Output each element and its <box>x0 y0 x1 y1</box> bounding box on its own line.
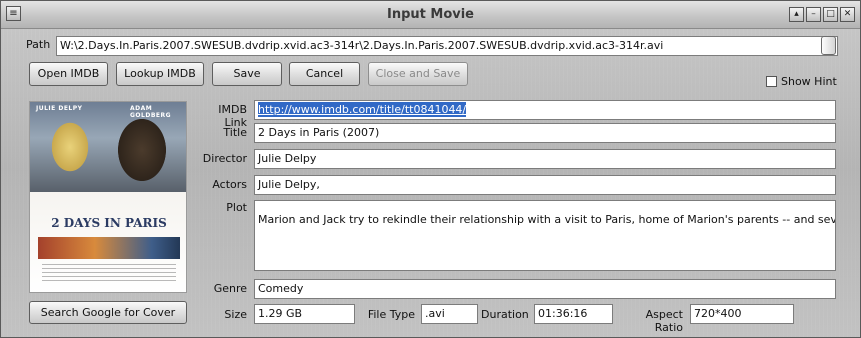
duration-value: 01:36:16 <box>538 307 588 320</box>
rollup-icon[interactable]: ▴ <box>789 7 804 22</box>
director-value: Julie Delpy <box>258 152 317 165</box>
actors-field[interactable]: Julie Delpy, <box>254 175 836 195</box>
file-type-field[interactable]: .avi <box>421 304 478 324</box>
actors-value: Julie Delpy, <box>258 178 320 191</box>
path-browse-button[interactable] <box>821 36 836 55</box>
window-title: Input Movie <box>386 7 474 22</box>
plot-value: Marion and Jack try to rekindle their re… <box>258 213 836 226</box>
director-label: Director <box>202 152 247 165</box>
director-field[interactable]: Julie Delpy <box>254 149 836 169</box>
movie-poster-image: JULIE DELPY ADAM GOLDBERG 2 DAYS IN PARI… <box>29 101 187 293</box>
input-movie-window: ≡ Input Movie ▴ – □ ✕ Path W:\2.Days.In.… <box>0 0 861 338</box>
title-bar[interactable]: ≡ Input Movie ▴ – □ ✕ <box>1 1 860 29</box>
lookup-imdb-button[interactable]: Lookup IMDB <box>116 62 204 86</box>
aspect-ratio-label: Aspect Ratio <box>645 308 683 334</box>
close-icon[interactable]: ✕ <box>840 7 855 22</box>
poster-credits <box>42 264 176 282</box>
genre-field[interactable]: Comedy <box>254 279 836 299</box>
size-field[interactable]: 1.29 GB <box>254 304 355 324</box>
show-hint-label: Show Hint <box>781 75 837 88</box>
size-value: 1.29 GB <box>258 307 303 320</box>
plot-label: Plot <box>226 201 247 214</box>
path-value: W:\2.Days.In.Paris.2007.SWESUB.dvdrip.xv… <box>60 39 664 52</box>
file-type-value: .avi <box>425 307 445 320</box>
genre-label: Genre <box>213 282 247 295</box>
aspect-ratio-value: 720*400 <box>694 307 742 320</box>
size-label: Size <box>224 308 247 321</box>
maximize-icon[interactable]: □ <box>823 7 838 22</box>
duration-field[interactable]: 01:36:16 <box>534 304 613 324</box>
path-label: Path <box>26 38 51 51</box>
title-value: 2 Days in Paris (2007) <box>258 126 380 139</box>
imdb-link-value: http://www.imdb.com/title/tt0841044/ <box>258 102 467 117</box>
cancel-button[interactable]: Cancel <box>289 62 360 86</box>
save-button[interactable]: Save <box>212 62 282 86</box>
open-imdb-button[interactable]: Open IMDB <box>29 62 108 86</box>
path-field[interactable]: W:\2.Days.In.Paris.2007.SWESUB.dvdrip.xv… <box>56 36 838 56</box>
poster-actor-left: JULIE DELPY <box>36 105 83 112</box>
file-type-label: File Type <box>367 308 415 321</box>
actors-label: Actors <box>212 178 247 191</box>
show-hint-checkbox[interactable] <box>766 76 777 87</box>
poster-title: 2 DAYS IN PARIS <box>51 216 167 230</box>
title-label: Title <box>223 126 247 139</box>
duration-label: Duration <box>481 308 529 321</box>
title-field[interactable]: 2 Days in Paris (2007) <box>254 123 836 143</box>
close-and-save-button[interactable]: Close and Save <box>368 62 468 86</box>
imdb-link-field[interactable]: http://www.imdb.com/title/tt0841044/ <box>254 100 836 120</box>
aspect-ratio-field[interactable]: 720*400 <box>690 304 794 324</box>
search-google-cover-button[interactable]: Search Google for Cover <box>29 301 187 324</box>
plot-textarea[interactable]: Marion and Jack try to rekindle their re… <box>254 200 836 271</box>
poster-actor-right: ADAM GOLDBERG <box>130 105 172 119</box>
genre-value: Comedy <box>258 282 304 295</box>
poster-scene <box>38 237 180 259</box>
minimize-icon[interactable]: – <box>806 7 821 22</box>
